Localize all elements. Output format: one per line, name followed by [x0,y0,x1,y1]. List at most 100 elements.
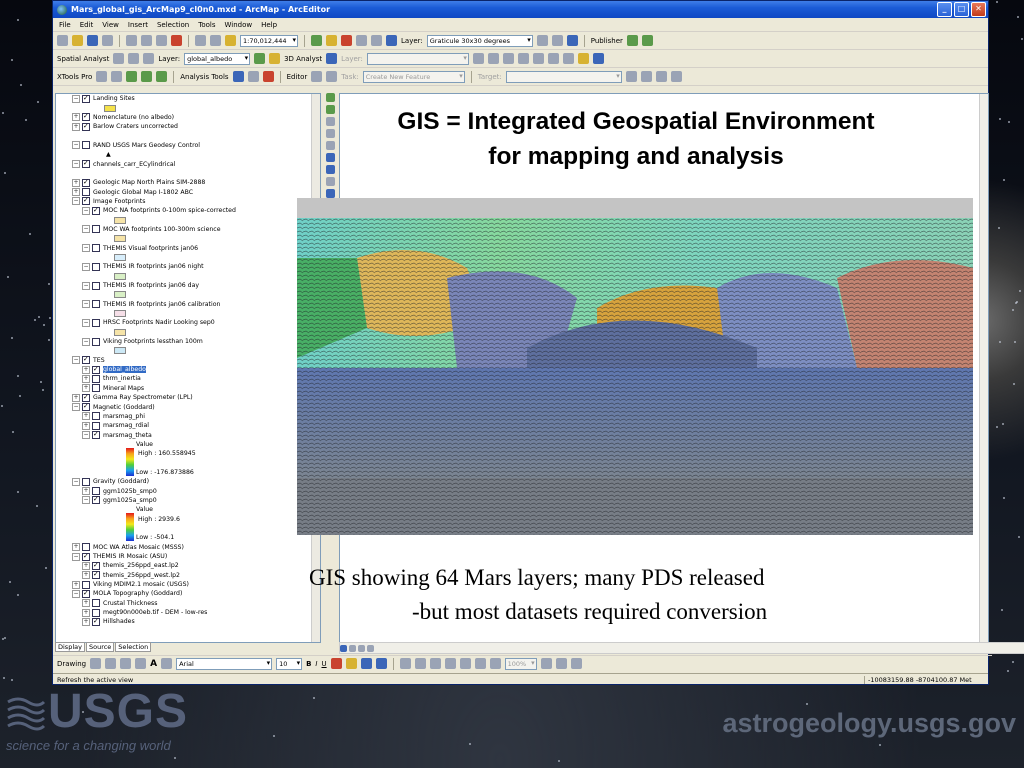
layer-visibility-checkbox[interactable] [92,262,100,271]
font-size-combo[interactable]: 10 [276,657,303,670]
layer-row[interactable]: − Magnetic (Goddard) [56,402,320,412]
layer-row[interactable]: + marsmag_rdial [56,421,320,430]
layer-symbol-swatch[interactable] [114,328,126,336]
open-folder-icon[interactable] [72,35,83,46]
expand-icon[interactable]: + [72,543,80,552]
layer-visibility-checkbox[interactable] [92,300,100,309]
layer-row[interactable]: + Viking MDIM2.1 mosaic (USGS) [56,580,320,589]
select-features-icon[interactable] [232,71,244,82]
layer-symbol-swatch[interactable] [114,272,126,280]
arccatalog-icon[interactable] [341,35,352,46]
steepest-path-icon[interactable] [269,53,281,64]
collapse-icon[interactable]: − [72,94,80,103]
close-button[interactable]: ✕ [971,2,986,17]
layer-row[interactable]: + themis_256ppd_west.lp2 [56,570,320,580]
edit-tool-icon[interactable] [311,71,323,82]
3d-tool-icon[interactable] [472,53,484,64]
expand-icon[interactable]: + [82,571,90,580]
layer-row[interactable]: Low : -504.1 [56,533,320,542]
collapse-icon[interactable]: − [82,244,90,253]
layer-visibility-checkbox[interactable] [92,206,100,215]
crosshair-icon[interactable] [262,71,274,82]
model-builder-icon[interactable] [371,35,382,46]
layer-visibility-checkbox[interactable] [92,430,100,440]
layer-visibility-checkbox[interactable] [82,552,90,561]
menu-tools[interactable]: Tools [198,21,215,29]
layer-visibility-checkbox[interactable] [92,561,100,570]
layer-row[interactable] [56,272,320,281]
layer-row[interactable]: − Landing Sites [56,94,320,103]
menu-view[interactable]: View [102,21,119,29]
data-view-icon[interactable] [340,644,347,652]
layer-visibility-checkbox[interactable] [82,196,90,206]
pause-drawing-icon[interactable] [367,644,374,652]
layer-visibility-checkbox[interactable] [92,244,100,253]
layer-row[interactable]: − TES [56,355,320,365]
layer-row[interactable]: High : 2939.6 [56,513,320,542]
collapse-icon[interactable]: − [72,552,80,561]
new-text-icon[interactable]: A [150,659,157,669]
layer-visibility-checkbox[interactable] [92,337,100,346]
layer-row[interactable]: − MOLA Topography (Goddard) [56,589,320,598]
layer-row[interactable] [56,309,320,318]
font-combo[interactable]: Arial [176,657,273,670]
analyst-layer-combo[interactable]: global_albedo [184,52,251,65]
font-color-icon[interactable] [330,658,342,669]
collapse-icon[interactable]: − [82,431,90,440]
copy-icon[interactable] [141,35,152,46]
edit-vertices-icon[interactable] [161,658,173,669]
menu-file[interactable]: File [59,21,71,29]
xtools-icon[interactable] [141,71,153,82]
layer-symbol-swatch[interactable] [114,235,126,243]
editor-menu[interactable]: Editor [287,73,308,81]
transparency-icon[interactable] [536,35,548,46]
layer-visibility-checkbox[interactable] [92,318,100,327]
layer-visibility-checkbox[interactable] [92,365,100,374]
mars-geologic-map[interactable] [297,198,973,535]
italic-button[interactable]: I [315,660,317,668]
3d-tool-icon[interactable] [502,53,514,64]
layer-row[interactable]: + MOC WA Atlas Mosaic (MSSS) [56,543,320,552]
menu-window[interactable]: Window [225,21,253,29]
collapse-icon[interactable]: − [72,160,80,169]
layer-visibility-checkbox[interactable] [82,188,90,197]
layout-tool-icon[interactable] [429,658,441,669]
editor-toolbar-icon[interactable] [311,35,322,46]
layer-row[interactable]: − THEMIS Visual footprints jan06 [56,244,320,253]
contour-icon[interactable] [113,53,125,64]
expand-icon[interactable]: + [82,617,90,626]
layer-visibility-checkbox[interactable] [82,543,90,552]
forward-extent-icon[interactable] [325,177,335,186]
arcscene-icon[interactable] [326,53,338,64]
layer-symbol-swatch[interactable] [114,291,126,299]
layer-visibility-checkbox[interactable] [92,617,100,626]
create-contours-icon[interactable] [254,53,266,64]
layout-tool-icon[interactable] [414,658,426,669]
layer-row[interactable] [56,253,320,262]
rotate-tool-icon[interactable] [640,71,652,82]
layer-row[interactable]: − MOC NA footprints 0-100m spice-correcte… [56,206,320,215]
layer-visibility-checkbox[interactable] [82,402,90,412]
layer-visibility-checkbox[interactable] [82,159,90,169]
map-scale-combo[interactable]: 1:70,012,444 [240,34,298,47]
expand-icon[interactable]: + [82,412,90,421]
layout-tool-icon[interactable] [444,658,456,669]
sketch-tool-icon[interactable] [326,71,338,82]
map-vertical-scrollbar[interactable] [979,94,988,642]
expand-icon[interactable]: + [72,113,80,122]
expand-icon[interactable]: + [72,178,80,187]
layer-row[interactable] [56,328,320,337]
layer-row[interactable]: + Gamma Ray Spectrometer (LPL) [56,393,320,402]
expand-icon[interactable]: + [82,374,90,383]
layer-visibility-checkbox[interactable] [92,421,100,430]
select-features-icon[interactable] [325,189,335,198]
collapse-icon[interactable]: − [82,225,90,234]
collapse-icon[interactable]: − [82,496,90,505]
arctoolbox-icon[interactable] [326,35,337,46]
map-horizontal-scrollbar[interactable] [339,642,1024,654]
xtools-icon[interactable] [111,71,123,82]
tab-selection[interactable]: Selection [115,642,152,652]
publisher-settings-icon[interactable] [641,35,653,46]
layer-visibility-checkbox[interactable] [92,495,100,505]
expand-icon[interactable]: + [82,599,90,608]
